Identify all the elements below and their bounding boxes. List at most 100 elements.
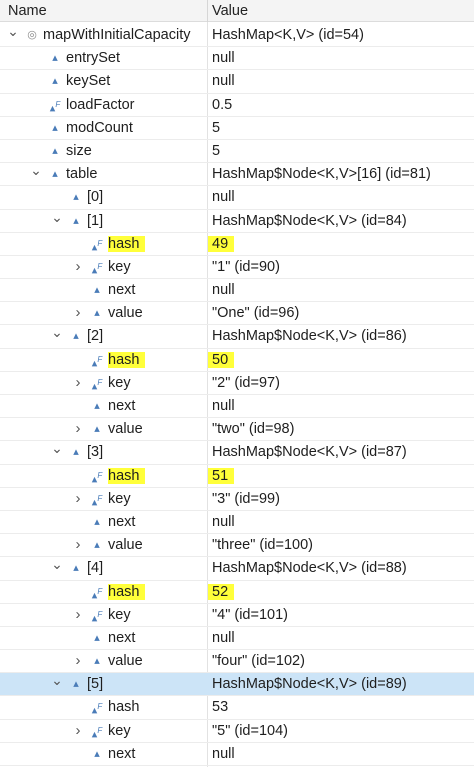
- field-icon: ▴: [52, 121, 58, 134]
- tree-row[interactable]: ▴F hash 51: [0, 465, 474, 488]
- field-icon: ▴: [73, 678, 79, 691]
- variable-name: loadFactor: [66, 96, 135, 113]
- final-field-icon: ▴F: [91, 609, 103, 625]
- variable-name: value: [108, 537, 143, 554]
- tree-row[interactable]: ⌄ ◎ mapWithInitialCapacity HashMap<K,V> (id…: [0, 22, 474, 48]
- variable-name: [2]: [87, 328, 104, 345]
- variable-value: "4" (id=101): [212, 606, 288, 623]
- field-icon: ▴: [94, 400, 100, 412]
- variable-value: null: [212, 73, 235, 90]
- chevron-down-icon[interactable]: ⌄: [50, 323, 64, 341]
- field-icon: ▴: [73, 214, 79, 227]
- chevron-right-icon[interactable]: ›: [71, 304, 85, 322]
- chevron-down-icon[interactable]: ⌄: [50, 671, 64, 689]
- field-icon: ▴: [73, 330, 79, 343]
- tree-row[interactable]: › ▴ value "four" (id=102): [0, 650, 474, 674]
- variable-name: next: [108, 398, 136, 414]
- variable-name: next: [108, 629, 136, 646]
- variable-name: key: [108, 374, 131, 391]
- tree-row[interactable]: ▴F hash 50: [0, 349, 474, 372]
- variable-name: hash: [108, 351, 146, 368]
- tree-row[interactable]: › ▴F key "5" (id=104): [0, 720, 474, 743]
- variable-value: 51: [208, 467, 235, 484]
- tree-row[interactable]: ▴F loadFactor 0.5: [0, 94, 474, 117]
- field-icon: ▴: [94, 284, 100, 297]
- field-icon: ▴: [94, 631, 100, 644]
- tree-row[interactable]: ▴ entrySet null: [0, 47, 474, 71]
- field-icon: ▴: [73, 191, 79, 204]
- tree-row[interactable]: ▴ [0] null: [0, 186, 474, 210]
- variable-name: size: [66, 142, 92, 159]
- field-icon: ▴: [94, 539, 100, 552]
- final-field-icon: ▴F: [91, 493, 103, 509]
- chevron-right-icon[interactable]: ›: [71, 258, 85, 276]
- variable-name: next: [108, 282, 136, 299]
- variable-value: 53: [212, 699, 229, 716]
- chevron-right-icon[interactable]: ›: [71, 490, 85, 508]
- variable-value: "two" (id=98): [212, 421, 295, 438]
- value-column-header[interactable]: Value: [212, 3, 248, 19]
- tree-row[interactable]: ⌄ ▴ [1] HashMap$Node<K,V> (id=84): [0, 208, 474, 233]
- field-icon: ▴: [52, 144, 58, 157]
- chevron-down-icon[interactable]: ⌄: [50, 208, 64, 226]
- tree-row[interactable]: ▴ next null: [0, 395, 474, 419]
- chevron-down-icon[interactable]: ⌄: [29, 161, 43, 179]
- chevron-right-icon[interactable]: ›: [71, 374, 85, 392]
- variable-value: 5: [212, 119, 221, 136]
- tree-row[interactable]: ▴F hash 49: [0, 233, 474, 256]
- variable-name: mapWithInitialCapacity: [43, 27, 191, 43]
- final-field-icon: ▴F: [91, 377, 103, 393]
- variable-value: HashMap$Node<K,V> (id=84): [212, 212, 407, 229]
- field-icon: ▴: [94, 423, 100, 436]
- tree-row[interactable]: › ▴ value "One" (id=96): [0, 302, 474, 326]
- tree-row[interactable]: › ▴ value "two" (id=98): [0, 418, 474, 442]
- variable-value: 0.5: [212, 96, 233, 113]
- variable-name: hash: [108, 235, 146, 252]
- variable-name: [3]: [87, 444, 104, 461]
- variable-value: HashMap$Node<K,V> (id=87): [212, 444, 407, 461]
- tree-row[interactable]: ▴F hash 53: [0, 696, 474, 720]
- tree-row[interactable]: ⌄ ▴ [5] HashMap$Node<K,V> (id=89): [0, 671, 474, 697]
- tree-row[interactable]: ▴ next null: [0, 743, 474, 766]
- chevron-down-icon[interactable]: ⌄: [6, 22, 20, 40]
- tree-row[interactable]: ▴ next null: [0, 627, 474, 651]
- tree-row[interactable]: › ▴F key "4" (id=101): [0, 604, 474, 627]
- tree-row[interactable]: ⌄ ▴ [4] HashMap$Node<K,V> (id=88): [0, 555, 474, 581]
- chevron-down-icon[interactable]: ⌄: [50, 555, 64, 573]
- variable-name: value: [108, 305, 143, 322]
- tree-row[interactable]: ⌄ ▴ [3] HashMap$Node<K,V> (id=87): [0, 439, 474, 465]
- final-field-icon: ▴F: [91, 586, 103, 602]
- field-icon: ▴: [94, 655, 100, 668]
- tree-row[interactable]: › ▴F key "3" (id=99): [0, 488, 474, 511]
- tree-row[interactable]: ▴ modCount 5: [0, 117, 474, 140]
- chevron-right-icon[interactable]: ›: [71, 606, 85, 624]
- chevron-right-icon[interactable]: ›: [71, 652, 85, 670]
- variable-name: [5]: [87, 676, 104, 693]
- variable-name: keySet: [66, 73, 111, 90]
- chevron-right-icon[interactable]: ›: [71, 420, 85, 438]
- tree-row[interactable]: ▴ size 5: [0, 140, 474, 164]
- variable-value: 50: [208, 351, 235, 368]
- variable-name: value: [108, 653, 143, 670]
- tree-row[interactable]: ▴ next null: [0, 279, 474, 303]
- tree-row[interactable]: ▴ keySet null: [0, 70, 474, 94]
- tree-row[interactable]: ▴F hash 52: [0, 581, 474, 604]
- tree-row[interactable]: ⌄ ▴ [2] HashMap$Node<K,V> (id=86): [0, 323, 474, 349]
- tree-row[interactable]: ⌄ ▴ table HashMap$Node<K,V>[16] (id=81): [0, 161, 474, 187]
- field-icon: ▴: [94, 515, 100, 528]
- name-column-header[interactable]: Name: [8, 3, 47, 19]
- chevron-right-icon[interactable]: ›: [71, 536, 85, 554]
- variable-value: null: [212, 398, 235, 414]
- field-icon: ▴: [73, 562, 79, 575]
- variable-value: null: [212, 282, 235, 299]
- tree-row[interactable]: ▴ next null: [0, 511, 474, 535]
- variable-name: [0]: [87, 189, 104, 206]
- tree-row[interactable]: › ▴ value "three" (id=100): [0, 534, 474, 558]
- chevron-down-icon[interactable]: ⌄: [50, 439, 64, 457]
- column-separator[interactable]: [207, 0, 208, 22]
- tree-row[interactable]: › ▴F key "1" (id=90): [0, 256, 474, 280]
- final-field-icon: ▴F: [91, 261, 103, 277]
- chevron-right-icon[interactable]: ›: [71, 722, 85, 740]
- variable-name: [4]: [87, 560, 104, 577]
- tree-row[interactable]: › ▴F key "2" (id=97): [0, 372, 474, 395]
